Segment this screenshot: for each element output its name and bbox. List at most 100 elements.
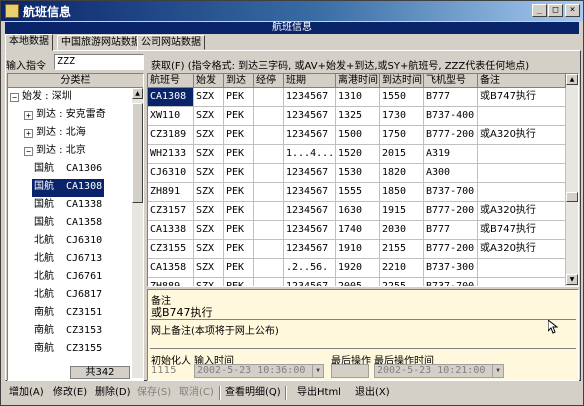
table-cell[interactable]: CA1338 — [148, 221, 194, 240]
table-cell[interactable]: 1234567 — [284, 221, 336, 240]
table-cell[interactable]: 1500 — [336, 126, 380, 145]
table-cell[interactable]: SZX — [194, 164, 224, 183]
table-cell[interactable]: SZX — [194, 107, 224, 126]
tree-flight-item[interactable]: 国航 CA1306 — [32, 161, 104, 179]
save-button[interactable]: 保存(S) — [135, 385, 173, 401]
table-cell[interactable]: SZX — [194, 259, 224, 278]
table-row[interactable]: CA1308 SZX PEK 1234567 1310 1550 B777 或B747执行 — [148, 88, 566, 107]
scroll-down-arrow[interactable]: ▼ — [566, 274, 578, 285]
column-header[interactable]: 离港时间 — [336, 74, 380, 88]
table-cell[interactable]: B737-400 — [424, 107, 478, 126]
table-cell[interactable] — [478, 145, 566, 164]
table-row[interactable]: CA1358 SZX PEK .2..56. 1920 2210 B737-300 — [148, 259, 566, 278]
table-cell[interactable] — [254, 107, 284, 126]
table-cell[interactable]: PEK — [224, 278, 254, 286]
tree-flight-item[interactable]: 国航 CA1338 — [32, 197, 104, 215]
table-cell[interactable]: CA1358 — [148, 259, 194, 278]
scroll-up-arrow[interactable]: ▲ — [566, 74, 578, 85]
table-cell[interactable]: PEK — [224, 259, 254, 278]
table-cell[interactable]: 1630 — [336, 202, 380, 221]
table-cell[interactable] — [254, 278, 284, 286]
table-cell[interactable]: B737-300 — [424, 259, 478, 278]
table-cell[interactable]: SZX — [194, 183, 224, 202]
remark-value[interactable]: 或B747执行 — [151, 304, 213, 320]
tree-flight-item[interactable]: 南航 CZ3155 — [32, 341, 104, 359]
column-header[interactable]: 班期 — [284, 74, 336, 88]
table-row[interactable]: CZ3189 SZX PEK 1234567 1500 1750 B777-200 或A320… — [148, 126, 566, 145]
table-cell[interactable]: CZ3155 — [148, 240, 194, 259]
table-cell[interactable]: .2..56. — [284, 259, 336, 278]
table-cell[interactable]: 或A320执行 — [478, 240, 566, 259]
tab-local-data[interactable]: 本地数据 — [5, 34, 53, 51]
table-cell[interactable]: 2015 — [380, 145, 424, 164]
table-cell[interactable]: CJ6310 — [148, 164, 194, 183]
table-cell[interactable]: 2210 — [380, 259, 424, 278]
tab-travel-site-data[interactable]: 中国旅游网站数据 — [57, 35, 145, 50]
expand-icon[interactable]: + — [24, 129, 33, 138]
tree-flight-item[interactable]: 北航 CJ6310 — [32, 233, 104, 251]
sidebar-scrollbar[interactable]: ▲ — [132, 88, 143, 378]
table-cell[interactable]: 或A320执行 — [478, 202, 566, 221]
table-cell[interactable]: PEK — [224, 202, 254, 221]
tree-flight-item[interactable]: 国航 CA1308 — [32, 179, 104, 197]
command-hint[interactable]: 获取(F) (指令格式: 到达三字码, 或AV+始发+到达,或SY+航班号, Z… — [151, 57, 529, 72]
table-row[interactable]: CJ6310 SZX PEK 1234567 1530 1820 A300 — [148, 164, 566, 183]
table-cell[interactable]: ZH891 — [148, 183, 194, 202]
table-cell[interactable] — [478, 278, 566, 286]
table-scrollbar[interactable]: ▲ ▼ — [566, 74, 578, 286]
view-detail-button[interactable]: 查看明细(Q) — [223, 385, 283, 401]
table-cell[interactable]: B777 — [424, 88, 478, 107]
table-cell[interactable]: PEK — [224, 183, 254, 202]
exit-button[interactable]: 退出(X) — [353, 385, 392, 401]
table-cell[interactable]: XW110 — [148, 107, 194, 126]
table-cell[interactable] — [254, 183, 284, 202]
tree-node[interactable]: + 到达 : 北海 — [8, 125, 132, 143]
column-header[interactable]: 备注 — [478, 74, 566, 88]
table-cell[interactable] — [254, 202, 284, 221]
table-cell[interactable] — [254, 164, 284, 183]
tree-node[interactable]: − 到达 : 北京 — [8, 143, 132, 161]
table-cell[interactable]: B777-200 — [424, 240, 478, 259]
table-cell[interactable] — [478, 259, 566, 278]
table-cell[interactable]: 1820 — [380, 164, 424, 183]
table-cell[interactable]: 1234567 — [284, 88, 336, 107]
table-cell[interactable] — [478, 107, 566, 126]
table-cell[interactable]: B777 — [424, 221, 478, 240]
edit-button[interactable]: 修改(E) — [51, 385, 89, 401]
table-cell[interactable]: ZH889 — [148, 278, 194, 286]
table-cell[interactable]: PEK — [224, 88, 254, 107]
table-cell[interactable] — [254, 126, 284, 145]
table-cell[interactable]: 1550 — [380, 88, 424, 107]
table-cell[interactable]: 1850 — [380, 183, 424, 202]
table-cell[interactable]: 或B747执行 — [478, 221, 566, 240]
table-row[interactable]: ZH891 SZX PEK 1234567 1555 1850 B737-700 — [148, 183, 566, 202]
table-cell[interactable]: 1234567 — [284, 126, 336, 145]
cancel-button[interactable]: 取消(C) — [177, 385, 216, 401]
table-cell[interactable]: B777-200 — [424, 202, 478, 221]
tree-flight-item[interactable]: 南航 CZ3151 — [32, 305, 104, 323]
table-cell[interactable]: A300 — [424, 164, 478, 183]
minimize-button[interactable]: _ — [532, 4, 547, 17]
table-cell[interactable]: B737-700 — [424, 183, 478, 202]
command-input[interactable]: ZZZ — [54, 54, 144, 70]
table-cell[interactable]: 1555 — [336, 183, 380, 202]
table-cell[interactable]: 1915 — [380, 202, 424, 221]
table-cell[interactable] — [478, 164, 566, 183]
table-cell[interactable]: PEK — [224, 164, 254, 183]
table-cell[interactable]: CZ3157 — [148, 202, 194, 221]
table-cell[interactable]: SZX — [194, 240, 224, 259]
table-cell[interactable]: 1234567 — [284, 240, 336, 259]
title-bar[interactable]: 航班信息 _ □ × — [1, 1, 583, 21]
table-cell[interactable]: 1740 — [336, 221, 380, 240]
expand-icon[interactable]: + — [24, 111, 33, 120]
table-row[interactable]: ZH889 SZX PEK 1234567 2005 2255 B737-700 — [148, 278, 566, 286]
table-cell[interactable]: CA1308 — [148, 88, 194, 107]
table-cell[interactable]: 1234567 — [284, 278, 336, 286]
table-cell[interactable]: 1310 — [336, 88, 380, 107]
table-cell[interactable]: 1730 — [380, 107, 424, 126]
table-cell[interactable]: SZX — [194, 126, 224, 145]
table-cell[interactable]: SZX — [194, 88, 224, 107]
table-cell[interactable]: SZX — [194, 278, 224, 286]
table-row[interactable]: WH2133 SZX PEK 1...4... 1520 2015 A319 — [148, 145, 566, 164]
close-button[interactable]: × — [565, 4, 580, 17]
